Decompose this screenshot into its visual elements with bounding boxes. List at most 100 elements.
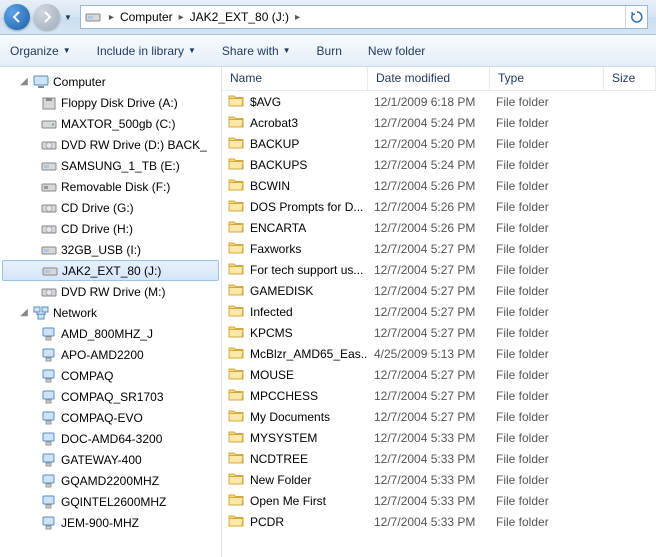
tree-label: SAMSUNG_1_TB (E:) — [61, 159, 180, 173]
file-date: 12/7/2004 5:33 PM — [368, 431, 490, 445]
tree-computer[interactable]: ◢ Computer — [0, 71, 221, 92]
file-date: 12/7/2004 5:27 PM — [368, 326, 490, 340]
computer-icon — [32, 73, 49, 90]
folder-icon — [228, 220, 250, 236]
drive-icon — [40, 178, 57, 195]
tree-network-pc[interactable]: AMD_800MHZ_J — [0, 323, 221, 344]
file-row[interactable]: PCDR12/7/2004 5:33 PMFile folder — [222, 511, 656, 532]
chevron-down-icon: ▼ — [63, 46, 71, 55]
file-row[interactable]: New Folder12/7/2004 5:33 PMFile folder — [222, 469, 656, 490]
file-type: File folder — [490, 431, 604, 445]
organize-button[interactable]: Organize▼ — [10, 44, 71, 58]
new-folder-button[interactable]: New folder — [368, 44, 425, 58]
folder-icon — [228, 367, 250, 383]
tree-drive-item[interactable]: CD Drive (H:) — [0, 218, 221, 239]
file-row[interactable]: $AVG12/1/2009 6:18 PMFile folder — [222, 91, 656, 112]
file-name: McBlzr_AMD65_Eas... — [250, 347, 368, 361]
header-date-modified[interactable]: Date modified — [368, 67, 490, 90]
folder-icon — [228, 178, 250, 194]
file-type: File folder — [490, 368, 604, 382]
file-row[interactable]: Acrobat312/7/2004 5:24 PMFile folder — [222, 112, 656, 133]
file-list[interactable]: $AVG12/1/2009 6:18 PMFile folderAcrobat3… — [222, 91, 656, 557]
file-name: KPCMS — [250, 326, 293, 340]
file-row[interactable]: DOS Prompts for D...12/7/2004 5:26 PMFil… — [222, 196, 656, 217]
tree-network-pc[interactable]: APO-AMD2200 — [0, 344, 221, 365]
file-date: 12/7/2004 5:26 PM — [368, 179, 490, 193]
tree-drive-item[interactable]: DVD RW Drive (D:) BACK_ — [0, 134, 221, 155]
refresh-button[interactable] — [625, 6, 647, 28]
navigation-tree[interactable]: ◢ Computer Floppy Disk Drive (A:) MAXTOR_… — [0, 67, 222, 557]
file-row[interactable]: GAMEDISK12/7/2004 5:27 PMFile folder — [222, 280, 656, 301]
file-date: 12/7/2004 5:26 PM — [368, 200, 490, 214]
file-type: File folder — [490, 389, 604, 403]
tree-network-pc[interactable]: COMPAQ-EVO — [0, 407, 221, 428]
header-name[interactable]: Name — [222, 67, 368, 90]
share-with-button[interactable]: Share with▼ — [222, 44, 291, 58]
tree-drive-item[interactable]: JAK2_EXT_80 (J:) — [2, 260, 219, 281]
file-row[interactable]: My Documents12/7/2004 5:27 PMFile folder — [222, 406, 656, 427]
file-type: File folder — [490, 284, 604, 298]
pc-icon — [40, 346, 57, 363]
tree-network[interactable]: ◢ Network — [0, 302, 221, 323]
chevron-right-icon[interactable]: ▸ — [291, 12, 304, 23]
file-type: File folder — [490, 347, 604, 361]
file-date: 12/7/2004 5:27 PM — [368, 242, 490, 256]
back-button[interactable] — [4, 4, 30, 30]
breadcrumb-computer[interactable]: Computer — [118, 10, 175, 24]
file-row[interactable]: BACKUPS12/7/2004 5:24 PMFile folder — [222, 154, 656, 175]
header-type[interactable]: Type — [490, 67, 604, 90]
tree-drive-item[interactable]: Floppy Disk Drive (A:) — [0, 92, 221, 113]
tree-network-pc[interactable]: JEM-900-MHZ — [0, 512, 221, 533]
header-size[interactable]: Size — [604, 67, 656, 90]
tree-label: GQINTEL2600MHZ — [61, 495, 166, 509]
tree-label: COMPAQ-EVO — [61, 411, 143, 425]
tree-drive-item[interactable]: CD Drive (G:) — [0, 197, 221, 218]
tree-label: Floppy Disk Drive (A:) — [61, 96, 178, 110]
chevron-right-icon[interactable]: ▸ — [105, 12, 118, 23]
file-row[interactable]: BCWIN12/7/2004 5:26 PMFile folder — [222, 175, 656, 196]
file-row[interactable]: McBlzr_AMD65_Eas...4/25/2009 5:13 PMFile… — [222, 343, 656, 364]
file-type: File folder — [490, 179, 604, 193]
tree-network-pc[interactable]: GQAMD2200MHZ — [0, 470, 221, 491]
forward-button[interactable] — [34, 4, 60, 30]
file-row[interactable]: KPCMS12/7/2004 5:27 PMFile folder — [222, 322, 656, 343]
file-row[interactable]: Infected12/7/2004 5:27 PMFile folder — [222, 301, 656, 322]
file-date: 4/25/2009 5:13 PM — [368, 347, 490, 361]
tree-network-pc[interactable]: COMPAQ_SR1703 — [0, 386, 221, 407]
chevron-right-icon[interactable]: ▸ — [175, 12, 188, 23]
file-row[interactable]: Faxworks12/7/2004 5:27 PMFile folder — [222, 238, 656, 259]
file-name: Acrobat3 — [250, 116, 298, 130]
file-type: File folder — [490, 473, 604, 487]
file-date: 12/7/2004 5:27 PM — [368, 389, 490, 403]
collapse-icon[interactable]: ◢ — [18, 76, 30, 87]
file-row[interactable]: NCDTREE12/7/2004 5:33 PMFile folder — [222, 448, 656, 469]
folder-icon — [228, 472, 250, 488]
tree-label: 32GB_USB (I:) — [61, 243, 141, 257]
tree-drive-item[interactable]: DVD RW Drive (M:) — [0, 281, 221, 302]
file-row[interactable]: MPCCHESS12/7/2004 5:27 PMFile folder — [222, 385, 656, 406]
history-dropdown-icon[interactable]: ▼ — [64, 13, 72, 22]
tree-drive-item[interactable]: 32GB_USB (I:) — [0, 239, 221, 260]
tree-drive-item[interactable]: SAMSUNG_1_TB (E:) — [0, 155, 221, 176]
tree-network-pc[interactable]: GATEWAY-400 — [0, 449, 221, 470]
file-row[interactable]: For tech support us...12/7/2004 5:27 PMF… — [222, 259, 656, 280]
file-row[interactable]: BACKUP12/7/2004 5:20 PMFile folder — [222, 133, 656, 154]
tree-network-pc[interactable]: GQINTEL2600MHZ — [0, 491, 221, 512]
file-row[interactable]: Open Me First12/7/2004 5:33 PMFile folde… — [222, 490, 656, 511]
breadcrumb[interactable]: ▸ Computer ▸ JAK2_EXT_80 (J:) ▸ — [80, 5, 648, 29]
tree-network-pc[interactable]: COMPAQ — [0, 365, 221, 386]
folder-icon — [228, 115, 250, 131]
file-row[interactable]: ENCARTA12/7/2004 5:26 PMFile folder — [222, 217, 656, 238]
breadcrumb-current[interactable]: JAK2_EXT_80 (J:) — [188, 10, 291, 24]
tree-network-pc[interactable]: DOC-AMD64-3200 — [0, 428, 221, 449]
burn-button[interactable]: Burn — [317, 44, 342, 58]
include-library-button[interactable]: Include in library▼ — [97, 44, 196, 58]
tree-drive-item[interactable]: Removable Disk (F:) — [0, 176, 221, 197]
file-type: File folder — [490, 200, 604, 214]
collapse-icon[interactable]: ◢ — [18, 307, 30, 318]
file-row[interactable]: MOUSE12/7/2004 5:27 PMFile folder — [222, 364, 656, 385]
tree-drive-item[interactable]: MAXTOR_500gb (C:) — [0, 113, 221, 134]
file-list-pane: Name Date modified Type Size $AVG12/1/20… — [222, 67, 656, 557]
drive-icon — [40, 136, 57, 153]
file-row[interactable]: MYSYSTEM12/7/2004 5:33 PMFile folder — [222, 427, 656, 448]
